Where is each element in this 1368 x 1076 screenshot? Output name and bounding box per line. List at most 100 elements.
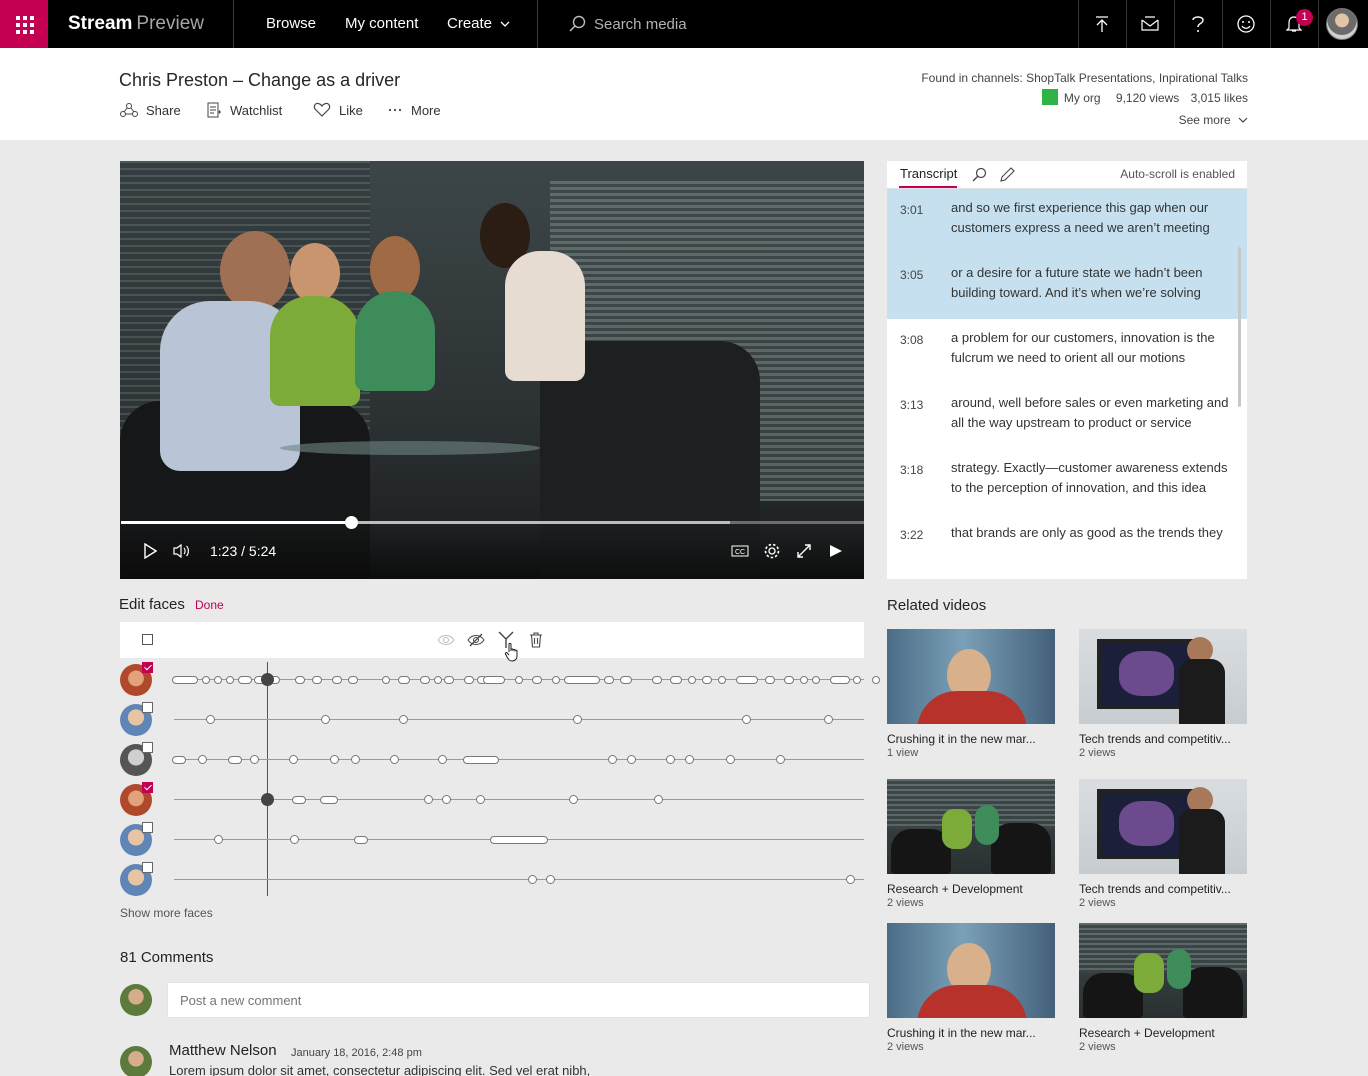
settings-gear-icon[interactable] — [762, 541, 782, 561]
face-row[interactable] — [120, 822, 864, 862]
face-appearance-marker[interactable] — [564, 676, 600, 684]
face-timeline-track[interactable] — [174, 719, 864, 720]
face-appearance-marker[interactable] — [390, 755, 399, 764]
face-current-marker[interactable] — [261, 673, 274, 686]
done-link[interactable]: Done — [195, 598, 224, 612]
face-appearance-marker[interactable] — [490, 836, 548, 844]
transcript-timestamp[interactable]: 3:18 — [900, 463, 923, 477]
face-appearance-marker[interactable] — [206, 715, 215, 724]
face-appearance-marker[interactable] — [652, 676, 662, 684]
face-row[interactable] — [120, 862, 864, 902]
comment-author[interactable]: Matthew Nelson — [169, 1042, 277, 1059]
face-appearance-marker[interactable] — [434, 676, 442, 684]
transcript-edit-pencil-icon[interactable] — [999, 167, 1015, 183]
face-appearance-marker[interactable] — [666, 755, 675, 764]
face-appearance-marker[interactable] — [289, 755, 298, 764]
video-thumbnail[interactable] — [887, 923, 1055, 1018]
face-appearance-marker[interactable] — [382, 676, 390, 684]
show-more-faces-link[interactable]: Show more faces — [120, 906, 213, 920]
face-appearance-marker[interactable] — [351, 755, 360, 764]
face-appearance-marker[interactable] — [515, 676, 523, 684]
nav-create[interactable]: Create — [447, 15, 510, 32]
face-appearance-marker[interactable] — [228, 756, 242, 764]
transcript-line[interactable]: 3:01 and so we first experience this gap … — [887, 189, 1247, 254]
video-thumbnail[interactable] — [1079, 779, 1247, 874]
face-appearance-marker[interactable] — [784, 676, 794, 684]
transcript-line[interactable]: 3:13 around, well before sales or even ma… — [887, 384, 1247, 449]
face-row[interactable] — [120, 702, 864, 742]
related-video-title[interactable]: Tech trends and competitiv... — [1079, 732, 1247, 746]
face-appearance-marker[interactable] — [853, 676, 861, 684]
notifications-bell-icon[interactable] — [1270, 0, 1318, 48]
face-row[interactable] — [120, 742, 864, 782]
transcript-line[interactable]: 3:22 that brands are only as good as the … — [887, 514, 1247, 579]
related-video-title[interactable]: Tech trends and competitiv... — [1079, 882, 1247, 896]
related-video-title[interactable]: Research + Development — [1079, 1026, 1247, 1040]
seek-bar[interactable] — [121, 516, 864, 529]
face-appearance-marker[interactable] — [872, 676, 880, 684]
related-video-title[interactable]: Crushing it in the new mar... — [887, 732, 1055, 746]
face-appearance-marker[interactable] — [573, 715, 582, 724]
face-appearance-marker[interactable] — [552, 676, 560, 684]
face-appearance-marker[interactable] — [330, 755, 339, 764]
face-appearance-marker[interactable] — [776, 755, 785, 764]
face-appearance-marker[interactable] — [800, 676, 808, 684]
next-video-icon[interactable] — [826, 541, 846, 561]
face-appearance-marker[interactable] — [476, 795, 485, 804]
transcript-timestamp[interactable]: 3:13 — [900, 398, 923, 412]
user-avatar[interactable] — [1326, 8, 1358, 40]
related-video-card[interactable]: Tech trends and competitiv... 2 views — [1079, 779, 1247, 909]
transcript-timestamp[interactable]: 3:22 — [900, 528, 923, 542]
face-appearance-marker[interactable] — [202, 676, 210, 684]
delete-trash-icon[interactable] — [526, 630, 546, 650]
face-appearance-marker[interactable] — [442, 795, 451, 804]
watchlist-button[interactable]: Watchlist — [206, 100, 282, 120]
face-appearance-marker[interactable] — [295, 676, 305, 684]
feedback-smiley-icon[interactable] — [1222, 0, 1270, 48]
face-checkbox[interactable] — [142, 782, 153, 793]
video-thumbnail[interactable] — [1079, 923, 1247, 1018]
face-appearance-marker[interactable] — [238, 676, 252, 684]
face-appearance-marker[interactable] — [250, 755, 259, 764]
face-row[interactable] — [120, 782, 864, 822]
related-video-card[interactable]: Tech trends and competitiv... 2 views — [1079, 629, 1247, 759]
closed-captions-icon[interactable]: CC — [730, 541, 750, 561]
face-appearance-marker[interactable] — [742, 715, 751, 724]
face-appearance-marker[interactable] — [172, 756, 186, 764]
face-checkbox[interactable] — [142, 822, 153, 833]
related-video-title[interactable]: Research + Development — [887, 882, 1055, 896]
transcript-search-icon[interactable] — [971, 167, 987, 183]
video-thumbnail[interactable] — [1079, 629, 1247, 724]
face-checkbox[interactable] — [142, 662, 153, 673]
face-checkbox[interactable] — [142, 742, 153, 753]
face-appearance-marker[interactable] — [321, 715, 330, 724]
related-video-title[interactable]: Crushing it in the new mar... — [887, 1026, 1055, 1040]
face-checkbox[interactable] — [142, 862, 153, 873]
face-appearance-marker[interactable] — [765, 676, 775, 684]
nav-browse[interactable]: Browse — [266, 15, 316, 32]
face-appearance-marker[interactable] — [464, 676, 474, 684]
transcript-line[interactable]: 3:08 a problem for our customers, innovat… — [887, 319, 1247, 384]
face-appearance-marker[interactable] — [483, 676, 505, 684]
face-appearance-marker[interactable] — [320, 796, 338, 804]
face-appearance-marker[interactable] — [226, 676, 234, 684]
face-appearance-marker[interactable] — [620, 676, 632, 684]
tab-transcript[interactable]: Transcript — [900, 166, 957, 181]
face-appearance-marker[interactable] — [292, 796, 306, 804]
face-appearance-marker[interactable] — [214, 835, 223, 844]
upload-icon[interactable] — [1078, 0, 1126, 48]
face-appearance-marker[interactable] — [532, 676, 542, 684]
share-button[interactable]: Share — [120, 100, 181, 120]
face-row[interactable] — [120, 662, 998, 702]
face-appearance-marker[interactable] — [290, 835, 299, 844]
transcript-timestamp[interactable]: 3:05 — [900, 268, 923, 282]
face-appearance-marker[interactable] — [444, 676, 454, 684]
face-appearance-marker[interactable] — [627, 755, 636, 764]
video-thumbnail[interactable] — [887, 629, 1055, 724]
transcript-line[interactable]: 3:05 or a desire for a future state we h… — [887, 254, 1247, 319]
face-checkbox[interactable] — [142, 702, 153, 713]
play-icon[interactable] — [140, 541, 160, 561]
video-player[interactable]: 1:23 / 5:24 CC — [120, 161, 864, 579]
select-all-checkbox[interactable] — [142, 634, 153, 645]
face-appearance-marker[interactable] — [398, 676, 410, 684]
